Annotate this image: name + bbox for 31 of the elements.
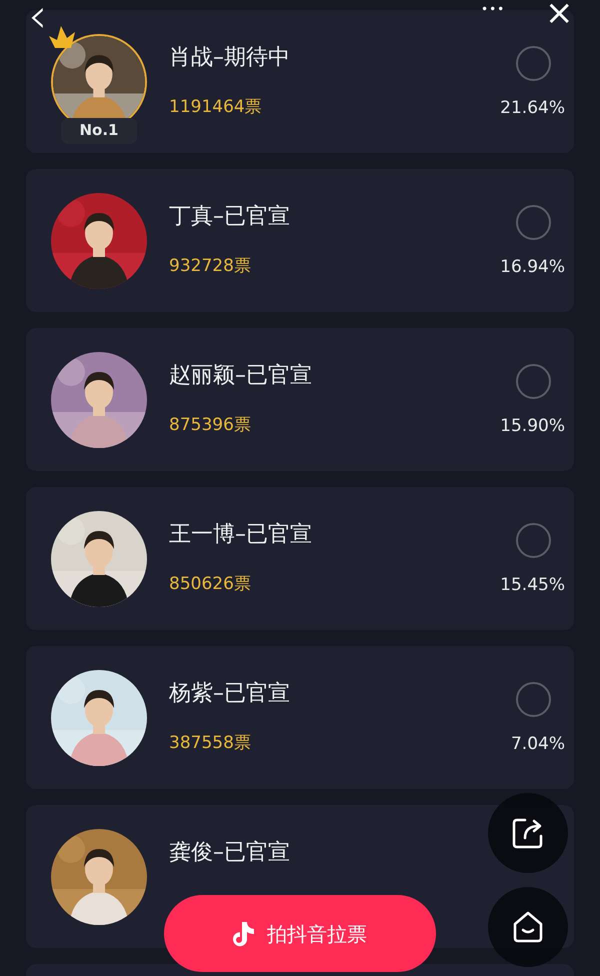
share-icon	[511, 816, 545, 850]
candidate-card[interactable]: 杨紫–已官宣 387558票 7.04%	[26, 646, 574, 789]
vote-count: 932728票	[169, 257, 252, 276]
music-note-icon	[233, 920, 255, 946]
vote-percentage: 21.64%	[500, 98, 565, 118]
vote-percentage: 15.90%	[500, 416, 565, 436]
vote-percentage: 16.94%	[500, 258, 565, 276]
vote-count: 850626票	[169, 575, 252, 594]
crown-icon	[47, 24, 77, 50]
candidate-card[interactable]: 赵丽颖–已官宣 875396票 15.90%	[26, 328, 574, 471]
radio-button[interactable]	[516, 364, 551, 399]
candidate-name: 王一博–已官宣	[169, 523, 313, 548]
radio-button[interactable]	[516, 204, 551, 240]
candidate-name: 龚俊–已官宣	[169, 841, 291, 866]
vote-count: 1191464票	[169, 98, 263, 117]
candidate-card[interactable]: 丁真–已官宣 932728票 16.94%	[26, 169, 574, 312]
vote-count: 875396票	[169, 416, 252, 435]
candidate-name: 肖战–期待中	[169, 46, 291, 70]
candidate-name: 丁真–已官宣	[169, 205, 291, 230]
vote-button[interactable]: 拍抖音拉票	[164, 895, 436, 972]
radio-button[interactable]	[516, 522, 551, 558]
candidate-card[interactable]: 王一博–已官宣 850626票 15.45%	[26, 487, 574, 630]
vote-count: 387558票	[169, 734, 252, 753]
radio-button[interactable]	[516, 682, 551, 717]
home-icon	[511, 910, 545, 944]
radio-button[interactable]	[516, 46, 551, 81]
rank-label: No.1	[61, 118, 137, 144]
candidate-name: 杨紫–已官宣	[169, 682, 291, 706]
vote-percentage: 15.45%	[500, 576, 565, 594]
candidate-name: 赵丽颖–已官宣	[169, 364, 313, 388]
vote-percentage: 7.04%	[510, 734, 565, 754]
